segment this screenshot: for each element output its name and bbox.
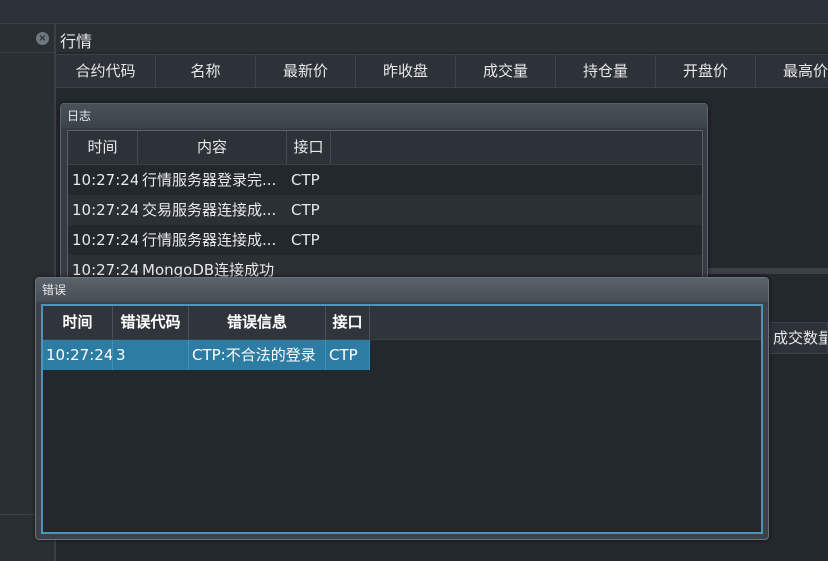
column-header-error-code[interactable]: 错误代码 [113,306,189,339]
table-row-selected[interactable]: 10:27:24 3 CTP:不合法的登录 CTP [43,340,761,370]
dock-title: 行情 [60,32,93,51]
market-dock-titlebar: × 行情 [30,26,828,52]
cell-gateway: CTP [326,340,370,370]
cell-gateway: CTP [291,171,320,189]
log-table[interactable]: 时间 内容 接口 10:27:24 行情服务器登录完... CTP 10:27:… [67,130,703,280]
top-toolbar [0,0,828,24]
table-row[interactable]: 10:27:24 行情服务器登录完... CTP [68,165,702,195]
column-header-prev-close[interactable]: 昨收盘 [356,55,456,87]
column-header-name[interactable]: 名称 [156,55,256,87]
market-table-header: 合约代码 名称 最新价 昨收盘 成交量 持仓量 开盘价 最高价 [56,54,828,88]
cell-time: 10:27:24 [72,171,138,189]
column-header-error-message[interactable]: 错误信息 [189,306,326,339]
column-header-volume[interactable]: 成交量 [456,55,556,87]
left-panel-divider [0,52,54,53]
cell-gateway: CTP [291,231,320,249]
column-header-open-price[interactable]: 开盘价 [656,55,756,87]
error-table-header: 时间 错误代码 错误信息 接口 [43,306,761,340]
column-header-trade-volume[interactable]: 成交数量 [766,322,828,354]
column-header-gateway[interactable]: 接口 [326,306,370,339]
log-window[interactable]: 日志 时间 内容 接口 10:27:24 行情服务器登录完... CTP 10:… [60,103,708,283]
error-window-title[interactable]: 错误 [36,278,768,302]
column-header-last-price[interactable]: 最新价 [256,55,356,87]
cell-content: 行情服务器连接成... [142,231,277,249]
cell-error-code: 3 [113,340,189,370]
close-icon[interactable]: × [36,32,49,45]
log-window-title[interactable]: 日志 [61,104,707,128]
log-table-header: 时间 内容 接口 [68,131,702,165]
trade-dock-titlebar [706,268,828,274]
column-header-open-interest[interactable]: 持仓量 [556,55,656,87]
cell-gateway: CTP [291,201,320,219]
column-header-high-price[interactable]: 最高价 [756,55,828,87]
table-row[interactable]: 10:27:24 行情服务器连接成... CTP [68,225,702,255]
column-header-gateway[interactable]: 接口 [287,131,331,164]
cell-content: 交易服务器连接成... [142,201,277,219]
column-header-time[interactable]: 时间 [68,131,138,164]
error-table[interactable]: 时间 错误代码 错误信息 接口 10:27:24 3 CTP:不合法的登录 CT… [41,304,763,534]
cell-time: 10:27:24 [43,340,113,370]
cell-time: 10:27:24 [72,201,138,219]
error-window[interactable]: 错误 时间 错误代码 错误信息 接口 10:27:24 3 CTP:不合法的登录… [35,277,769,540]
column-header-time[interactable]: 时间 [43,306,113,339]
table-row[interactable]: 10:27:24 交易服务器连接成... CTP [68,195,702,225]
column-header-content[interactable]: 内容 [138,131,287,164]
cell-time: 10:27:24 [72,231,138,249]
left-panel-divider-bottom [0,514,36,515]
column-header-symbol[interactable]: 合约代码 [56,55,156,87]
cell-content: 行情服务器登录完... [142,171,277,189]
cell-error-message: CTP:不合法的登录 [189,340,326,370]
